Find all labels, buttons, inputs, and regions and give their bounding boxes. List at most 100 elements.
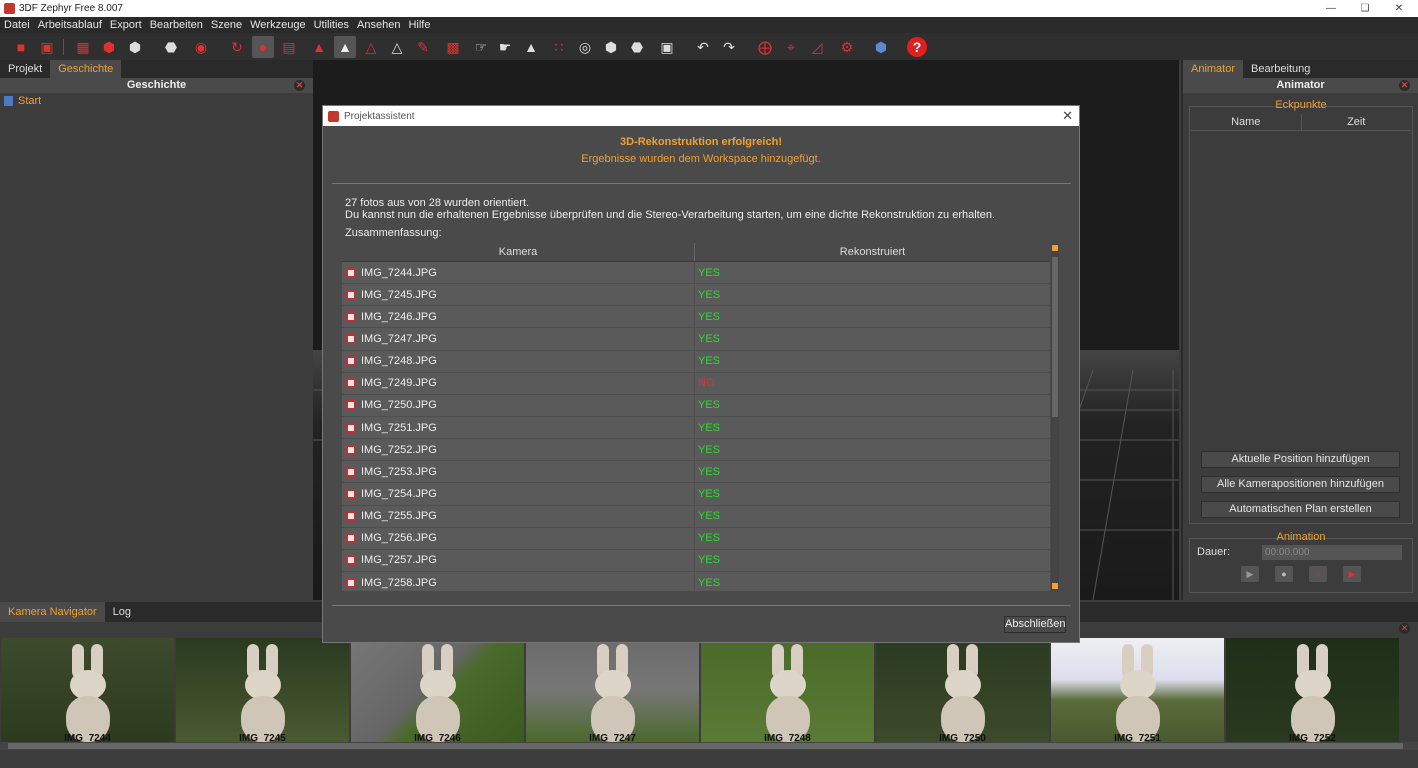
table-row[interactable]: IMG_7253.JPG YES [342,461,1050,484]
scrollbar-handle[interactable] [1052,257,1058,417]
tab-bearbeitung[interactable]: Bearbeitung [1243,60,1318,78]
hierarchy-icon[interactable]: ▤ [278,36,300,58]
undo-icon[interactable]: ↶ [692,36,714,58]
brush-icon[interactable]: ✎ [412,36,434,58]
thumbnail-scrollbar[interactable] [0,742,1418,750]
menu-datei[interactable]: Datei [4,19,30,31]
tab-projekt[interactable]: Projekt [0,60,50,78]
record-animation-icon[interactable]: ○ [1309,566,1327,582]
thumbnail[interactable]: IMG_7247 [526,638,699,742]
dialog-title: Projektassistent [344,110,415,122]
pointer-icon[interactable]: ☞ [470,36,492,58]
table-row[interactable]: IMG_7256.JPG YES [342,527,1050,550]
help-icon[interactable]: ? [906,36,928,58]
orbit-icon[interactable]: ⨁ [754,36,776,58]
tab-animator[interactable]: Animator [1183,60,1244,78]
table-row[interactable]: IMG_7250.JPG YES [342,394,1050,417]
menu-bearbeiten[interactable]: Bearbeiten [150,19,203,31]
table-row[interactable]: IMG_7252.JPG YES [342,439,1050,462]
close-panel-icon[interactable]: ✕ [1399,623,1410,634]
thumbnail[interactable]: IMG_7251 [1051,638,1224,742]
window-title: 3DF Zephyr Free 8.007 [19,3,123,14]
add-current-position-button[interactable]: Aktuelle Position hinzufügen [1201,451,1400,468]
thumbnail[interactable]: IMG_7244 [1,638,174,742]
thumbnail[interactable]: IMG_7245 [176,638,349,742]
record-icon[interactable]: ● [252,36,274,58]
view-cube-icon[interactable]: ⬢ [870,36,892,58]
close-panel-icon[interactable]: ✕ [294,80,305,91]
rotate-icon[interactable]: ↻ [226,36,248,58]
select-object-icon[interactable]: ▲ [520,36,542,58]
cube-gear-icon[interactable]: ⬣ [160,36,182,58]
cube-solid-icon[interactable]: ⬢ [600,36,622,58]
tab-log[interactable]: Log [105,602,139,622]
scrollbar-handle[interactable] [8,743,1403,749]
sphere-grid-icon[interactable]: ◎ [574,36,596,58]
minimize-icon[interactable]: — [1314,0,1348,17]
measure-icon[interactable]: ◿ [806,36,828,58]
light-icon[interactable]: ▲ [308,36,330,58]
create-auto-plan-button[interactable]: Automatischen Plan erstellen [1201,501,1400,518]
finish-button[interactable]: Abschließen [1004,616,1066,633]
wireframe-icon[interactable]: △ [386,36,408,58]
menu-utilities[interactable]: Utilities [314,19,349,31]
menu-ansehen[interactable]: Ansehen [357,19,400,31]
reconstructed-status: YES [698,443,721,456]
col-rekonstruiert[interactable]: Rekonstruiert [695,243,1050,261]
save-project-icon[interactable]: ▣ [36,36,58,58]
settings-gear-icon[interactable]: ⚙ [836,36,858,58]
camera-icon[interactable]: ◉ [190,36,212,58]
dialog-close-icon[interactable]: ✕ [1062,108,1073,124]
scroll-up-icon[interactable] [1052,245,1058,251]
close-panel-icon[interactable]: ✕ [1399,80,1410,91]
menu-arbeitsablauf[interactable]: Arbeitsablauf [38,19,102,31]
table-row[interactable]: IMG_7255.JPG YES [342,505,1050,528]
col-name[interactable]: Name [1191,114,1302,130]
menu-werkzeuge[interactable]: Werkzeuge [250,19,305,31]
table-row[interactable]: IMG_7251.JPG YES [342,416,1050,440]
import-images-icon[interactable]: ▦ [72,36,94,58]
thumbnail[interactable]: IMG_7246 [351,638,524,742]
thumbnail[interactable]: IMG_7248 [701,638,874,742]
col-time[interactable]: Zeit [1302,114,1412,130]
menu-szene[interactable]: Szene [211,19,242,31]
table-row[interactable]: IMG_7248.JPG YES [342,350,1050,373]
cube-settings-icon[interactable]: ⬣ [626,36,648,58]
tab-geschichte[interactable]: Geschichte [50,60,122,78]
close-icon[interactable]: ✕ [1382,0,1416,17]
export-video-icon[interactable]: ▶ [1343,566,1361,582]
menu-export[interactable]: Export [110,19,142,31]
table-row[interactable]: IMG_7257.JPG YES [342,549,1050,572]
table-scrollbar[interactable] [1051,243,1059,591]
mesh-solid-icon[interactable]: ▲ [334,36,356,58]
cube-red-icon[interactable]: ⬢ [98,36,120,58]
stop-icon[interactable]: ● [1275,566,1293,582]
table-row[interactable]: IMG_7258.JPG YES [342,571,1050,591]
projector-icon[interactable]: ▩ [442,36,464,58]
history-item[interactable]: Start [0,93,313,109]
tab-kamera-navigator[interactable]: Kamera Navigator [0,602,105,622]
table-row[interactable]: IMG_7245.JPG YES [342,284,1050,307]
redo-icon[interactable]: ↷ [718,36,740,58]
screenshot-icon[interactable]: ▣ [656,36,678,58]
cube-white-icon[interactable]: ⬢ [124,36,146,58]
table-row[interactable]: IMG_7244.JPG YES [342,262,1050,285]
add-all-camera-positions-button[interactable]: Alle Kamerapositionen hinzufügen [1201,476,1400,493]
table-row[interactable]: IMG_7247.JPG YES [342,328,1050,351]
thumbnail[interactable]: IMG_7250 [876,638,1049,742]
menu-hilfe[interactable]: Hilfe [408,19,430,31]
mesh-red-icon[interactable]: △ [360,36,382,58]
table-row[interactable]: IMG_7254.JPG YES [342,483,1050,506]
thumbnail[interactable]: IMG_7252 [1226,638,1399,742]
col-kamera[interactable]: Kamera [342,243,695,261]
restore-icon[interactable]: ❏ [1348,0,1382,17]
points-icon[interactable]: ∷ [548,36,570,58]
scroll-down-icon[interactable] [1052,583,1058,589]
select-add-icon[interactable]: ☛ [494,36,516,58]
table-row[interactable]: IMG_7246.JPG YES [342,306,1050,329]
crop-icon[interactable]: ⌖ [780,36,802,58]
duration-field[interactable]: 00:00.000 [1262,545,1402,560]
play-icon[interactable]: ▶ [1241,566,1259,582]
new-project-icon[interactable]: ■ [10,36,32,58]
table-row[interactable]: IMG_7249.JPG NO [342,372,1050,395]
